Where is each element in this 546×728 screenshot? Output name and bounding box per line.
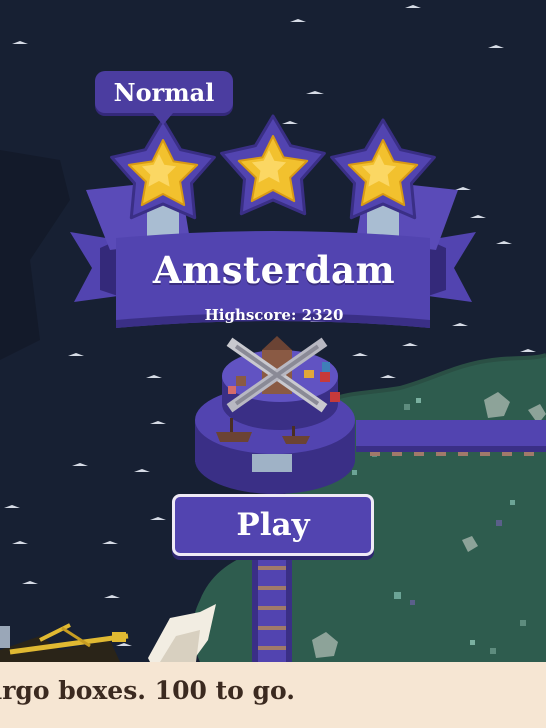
road-east xyxy=(356,420,546,456)
difficulty-label: Normal xyxy=(113,77,215,107)
play-button[interactable]: Play xyxy=(172,494,374,556)
road-south xyxy=(252,556,292,662)
message-text: argo boxes. 100 to go. xyxy=(0,676,295,705)
game-screen: Normal Amsterdam Highscore2320 Play argo… xyxy=(0,0,546,728)
highscore-label: Highscore xyxy=(205,306,302,324)
highscore-value: 2320 xyxy=(301,306,344,324)
world-map xyxy=(0,0,546,728)
highscore-text: Highscore2320 xyxy=(120,306,428,324)
difficulty-tag[interactable]: Normal xyxy=(95,71,233,125)
level-title: Amsterdam xyxy=(152,248,396,292)
